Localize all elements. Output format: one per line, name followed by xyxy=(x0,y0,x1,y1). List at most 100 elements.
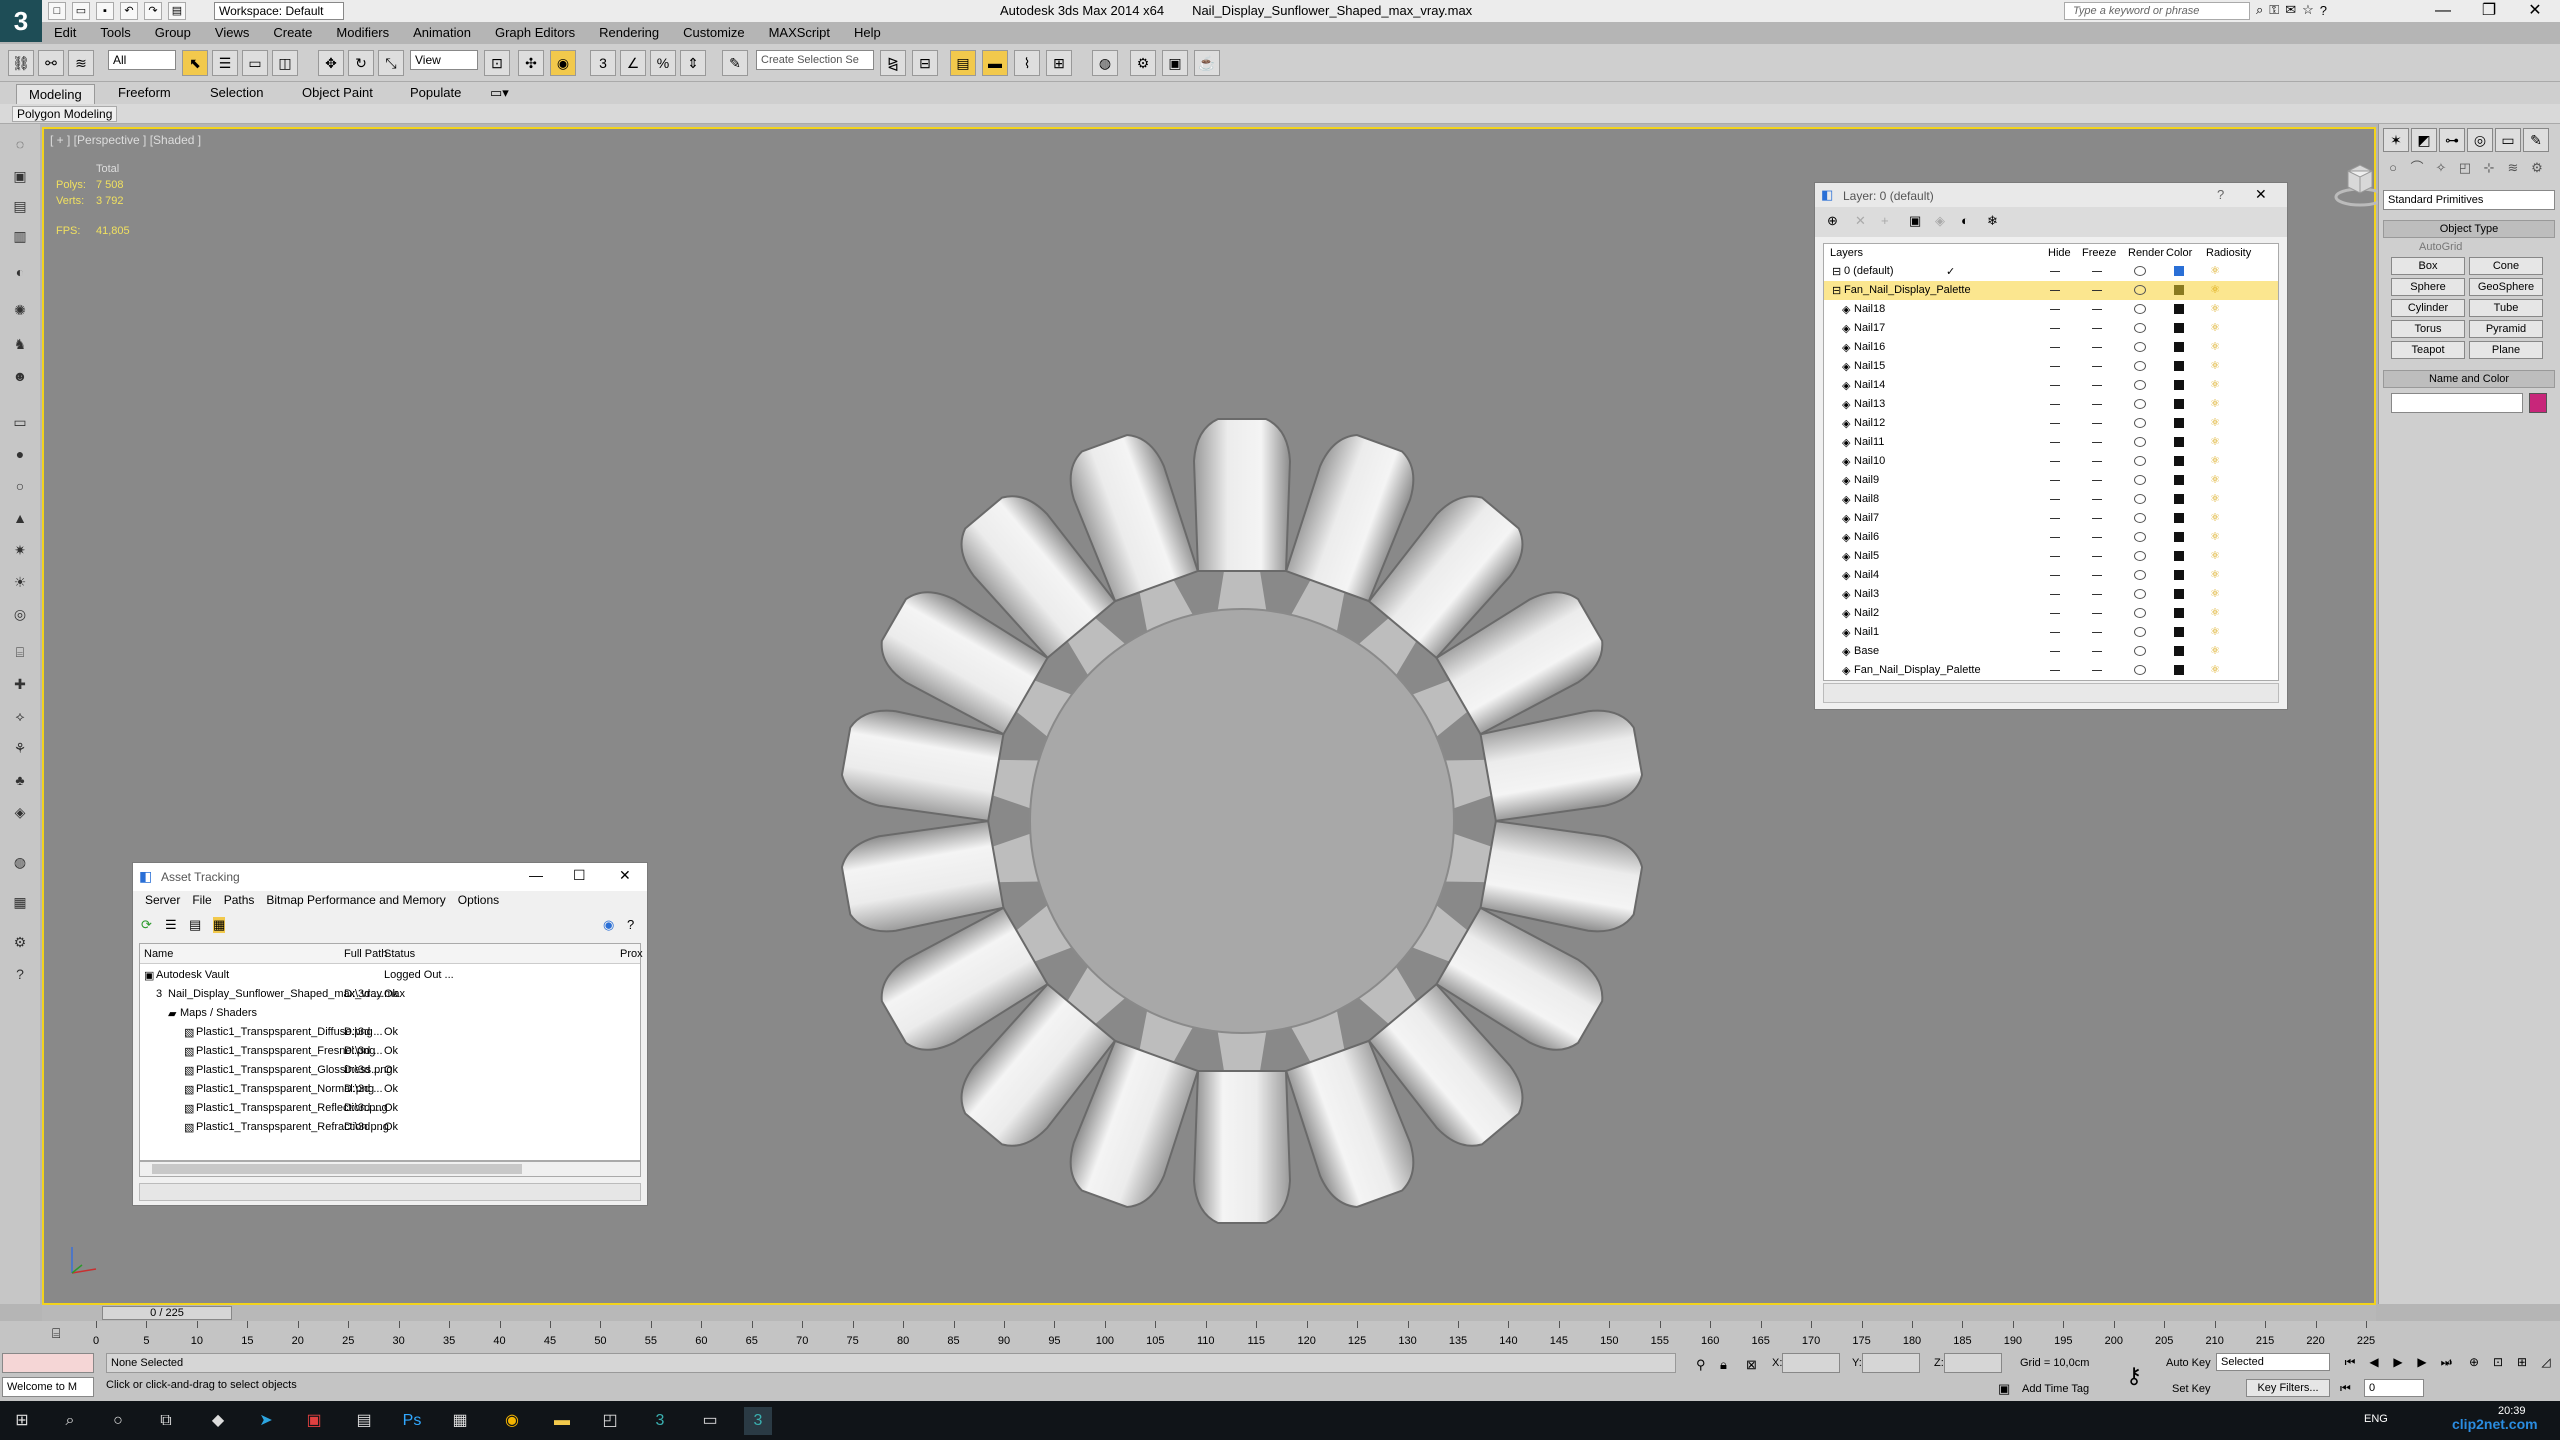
layer-row[interactable]: ◈ Nail13 ⚛ xyxy=(1824,395,2278,414)
freeze-toggle[interactable] xyxy=(2092,328,2102,329)
layer-manager-icon[interactable]: ▥ xyxy=(8,224,32,248)
hide-toggle[interactable] xyxy=(2050,309,2060,310)
layer-color-swatch[interactable] xyxy=(2174,665,2184,675)
close-icon[interactable]: ✕ xyxy=(619,867,631,884)
input-language[interactable]: ENG xyxy=(2364,1413,2388,1425)
menu-maxscript[interactable]: MAXScript xyxy=(757,22,842,44)
time-slider[interactable]: 0 / 225 xyxy=(42,1305,2376,1321)
render-teapot-icon[interactable]: ☕ xyxy=(1194,50,1220,76)
render-teapot-icon[interactable] xyxy=(2134,456,2146,466)
asset-row[interactable]: ▧ Plastic1_Transpsparent_Refraction.png D:… xyxy=(140,1118,640,1137)
previous-frame-icon[interactable]: ◀ xyxy=(2364,1353,2384,1371)
minimize-icon[interactable]: — xyxy=(529,867,543,883)
rock-icon[interactable]: ◈ xyxy=(8,800,32,824)
project-folder-icon[interactable]: ▤ xyxy=(168,2,186,20)
menu-options[interactable]: Options xyxy=(452,893,505,907)
key-selection-dropdown[interactable]: Selected xyxy=(2216,1353,2330,1371)
maximize-icon[interactable]: ☐ xyxy=(573,867,586,884)
grid-icon[interactable]: ▦ xyxy=(8,890,32,914)
freeze-toggle[interactable] xyxy=(2092,309,2102,310)
col-layers[interactable]: Layers xyxy=(1830,247,1863,259)
shapes-icon[interactable]: ⌒ xyxy=(2407,158,2427,178)
radiosity-icon[interactable]: ⚛ xyxy=(2208,264,2222,278)
y-coordinate-field[interactable] xyxy=(1862,1353,1920,1373)
curve-editor-icon[interactable]: ⌇ xyxy=(1014,50,1040,76)
hide-toggle[interactable] xyxy=(2050,461,2060,462)
zoom-all-icon[interactable]: ⊕ xyxy=(2464,1353,2484,1371)
freeze-toggle[interactable] xyxy=(2092,442,2102,443)
tab-selection[interactable]: Selection xyxy=(210,85,263,100)
stairs-icon[interactable]: ⌸ xyxy=(8,640,32,664)
render-teapot-icon[interactable] xyxy=(2134,437,2146,447)
highlight-layer-icon[interactable]: ◈ xyxy=(1935,213,1945,229)
chrome-icon[interactable]: ◉ xyxy=(498,1407,526,1435)
open-file-icon[interactable]: ▭ xyxy=(72,2,90,20)
layer-row[interactable]: ◈ Nail4 ⚛ xyxy=(1824,566,2278,585)
menu-views[interactable]: Views xyxy=(203,22,261,44)
x-coordinate-field[interactable] xyxy=(1782,1353,1840,1373)
menu-bitmap-performance[interactable]: Bitmap Performance and Memory xyxy=(260,893,451,907)
hide-toggle[interactable] xyxy=(2050,613,2060,614)
maxscript-listener[interactable] xyxy=(2,1353,94,1373)
freeze-toggle[interactable] xyxy=(2092,632,2102,633)
search-icon[interactable]: ⌕ xyxy=(56,1407,84,1435)
radiosity-icon[interactable]: ⚛ xyxy=(2208,302,2222,316)
menu-server[interactable]: Server xyxy=(139,893,186,907)
next-frame-icon[interactable]: ▶ xyxy=(2412,1353,2432,1371)
radiosity-icon[interactable]: ⚛ xyxy=(2208,416,2222,430)
help-icon[interactable]: ? xyxy=(627,917,634,932)
freeze-toggle[interactable] xyxy=(2092,651,2102,652)
box-button[interactable]: Box xyxy=(2391,257,2465,275)
hide-toggle[interactable] xyxy=(2050,423,2060,424)
menu-file[interactable]: File xyxy=(186,893,217,907)
app-window-icon[interactable]: ◰ xyxy=(596,1407,624,1435)
current-layer-check-icon[interactable]: ✓ xyxy=(1946,265,1955,278)
radiosity-icon[interactable]: ⚛ xyxy=(2208,549,2222,563)
zoom-icon[interactable]: ⌕ xyxy=(2440,1353,2460,1371)
layer-row[interactable]: ◈ Nail16 ⚛ xyxy=(1824,338,2278,357)
delete-layer-icon[interactable]: ✕ xyxy=(1855,213,1866,229)
hide-toggle[interactable] xyxy=(2050,556,2060,557)
freeze-toggle[interactable] xyxy=(2092,537,2102,538)
table-view-icon[interactable]: ▦ xyxy=(213,917,226,933)
asset-row[interactable]: ▧ Plastic1_Transpsparent_Glossiness.png D:… xyxy=(140,1061,640,1080)
tab-object-paint[interactable]: Object Paint xyxy=(302,85,373,100)
nail-tip[interactable] xyxy=(1431,808,1647,938)
freeze-toggle[interactable] xyxy=(2092,594,2102,595)
file-explorer-icon[interactable]: ▬ xyxy=(548,1407,576,1435)
close-icon[interactable]: ✕ xyxy=(2512,0,2558,22)
redo-icon[interactable]: ↷ xyxy=(144,2,162,20)
hide-toggle[interactable] xyxy=(2050,290,2060,291)
windows-start-icon[interactable]: ⊞ xyxy=(8,1407,36,1435)
layer-row[interactable]: ◈ Nail10 ⚛ xyxy=(1824,452,2278,471)
layer-row[interactable]: ◈ Nail9 ⚛ xyxy=(1824,471,2278,490)
modify-tab-icon[interactable]: ◩ xyxy=(2411,128,2437,152)
list-view-icon[interactable]: ☰ xyxy=(165,917,177,933)
col-proxy[interactable]: Prox xyxy=(620,948,643,960)
freeze-toggle[interactable] xyxy=(2092,271,2102,272)
render-teapot-icon[interactable] xyxy=(2134,342,2146,352)
cameras-icon[interactable]: ◰ xyxy=(2455,158,2475,178)
radiosity-icon[interactable]: ⚛ xyxy=(2208,283,2222,297)
render-teapot-icon[interactable] xyxy=(2134,380,2146,390)
freeze-toggle[interactable] xyxy=(2092,404,2102,405)
selection-filter-dropdown[interactable]: All xyxy=(108,50,176,70)
radiosity-icon[interactable]: ⚛ xyxy=(2208,340,2222,354)
helpers-icon[interactable]: ⊹ xyxy=(2479,158,2499,178)
asset-row[interactable]: ▧ Plastic1_Transpsparent_Reflection.png D:… xyxy=(140,1099,640,1118)
col-radiosity[interactable]: Radiosity xyxy=(2206,247,2251,259)
target-light-icon[interactable]: ◎ xyxy=(8,602,32,626)
radiosity-icon[interactable]: ⚛ xyxy=(2208,359,2222,373)
app-generic-icon[interactable]: ▭ xyxy=(696,1407,724,1435)
new-file-icon[interactable]: □ xyxy=(48,2,66,20)
restore-icon[interactable]: ❐ xyxy=(2466,0,2512,22)
close-icon[interactable]: ✕ xyxy=(2255,186,2267,203)
radiosity-icon[interactable]: ⚛ xyxy=(2208,625,2222,639)
percent-snap-icon[interactable]: % xyxy=(650,50,676,76)
freeze-toggle[interactable] xyxy=(2092,613,2102,614)
freeze-all-icon[interactable]: ❄ xyxy=(1987,213,1998,229)
geometry-icon[interactable]: ○ xyxy=(2383,158,2403,178)
layer-color-swatch[interactable] xyxy=(2174,399,2184,409)
spacewarps-icon[interactable]: ≋ xyxy=(2503,158,2523,178)
window-crossing-icon[interactable]: ◫ xyxy=(272,50,298,76)
